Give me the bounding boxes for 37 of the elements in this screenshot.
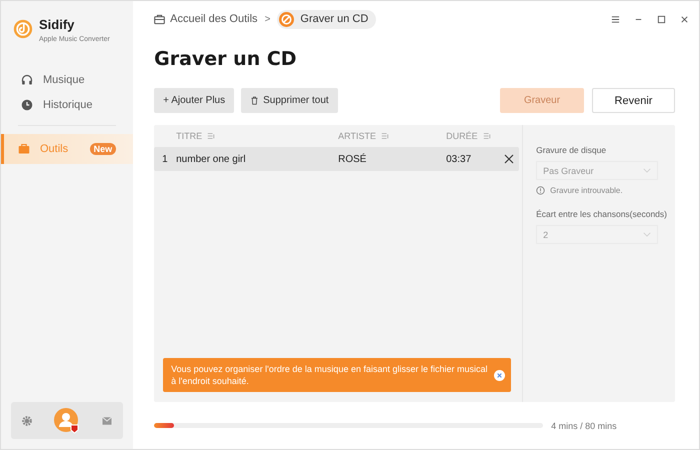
track-title: number one girl [176, 154, 247, 164]
trash-icon [250, 96, 260, 105]
track-row[interactable]: 1 number one girl ROSÉ 03:37 [154, 147, 520, 171]
toolbox-icon [18, 143, 30, 155]
row-number: 1 [161, 154, 169, 164]
sidebar-item[interactable]: Musique [1, 67, 134, 92]
avatar-icon[interactable] [54, 408, 80, 434]
track-duration: 03:37 [446, 154, 472, 164]
chevron-down-icon [643, 232, 652, 237]
app-name: Sidify [39, 17, 76, 32]
page-title: Graver un CD [154, 48, 298, 70]
remove-icon[interactable] [504, 154, 514, 164]
tip-text: Vous pouvez organiser l'ordre de la musique en faisant glisser le fichier musical à l'endroit souhaité. [171, 363, 488, 387]
progress-reading: 4 mins / 80 mins [551, 420, 617, 430]
chevron-down-icon [643, 168, 652, 173]
delete-all-button[interactable]: Supprimer tout [241, 88, 338, 113]
breadcrumb-separator: > [264, 14, 270, 24]
setting-label: Écart entre les chansons(seconds) [536, 209, 667, 219]
headphones-icon [21, 74, 33, 86]
breadcrumb-current[interactable]: Graver un CD [277, 10, 376, 28]
sidebar-item[interactable]: Historique [1, 92, 134, 117]
setting-label: Gravure de disque [536, 145, 608, 155]
close-icon[interactable] [494, 370, 506, 380]
menu-icon[interactable] [611, 14, 620, 24]
logo-icon [13, 19, 33, 39]
new-badge: New [90, 143, 116, 155]
back-button[interactable]: Revenir [592, 88, 675, 113]
info-icon [536, 186, 546, 195]
track-artist: ROSÉ [338, 154, 368, 164]
clock-icon [21, 98, 33, 110]
settings-icon[interactable] [21, 414, 34, 426]
add-button[interactable]: + Ajouter Plus [154, 88, 234, 113]
warning-text: Gravure introuvable. [550, 186, 623, 195]
toolbox-icon [154, 14, 166, 24]
maximize-icon[interactable] [657, 14, 666, 24]
close-icon[interactable] [680, 14, 689, 24]
breadcrumb-link[interactable]: Accueil des Outils [170, 13, 258, 25]
